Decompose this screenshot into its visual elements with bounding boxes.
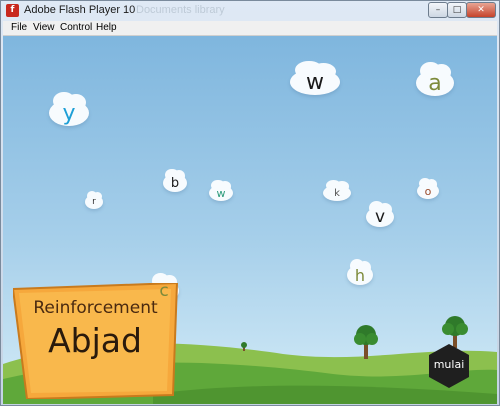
close-button[interactable]: ✕ — [466, 2, 496, 18]
flash-player-window: f Adobe Flash Player 10 Documents librar… — [0, 0, 500, 406]
letter-cloud-b[interactable]: b — [163, 168, 187, 192]
menu-bar: File View Control Help — [3, 21, 497, 36]
letter-cloud-y[interactable]: y — [49, 92, 89, 126]
game-title-line1: Reinforcement — [33, 298, 158, 318]
cloud-letter: h — [354, 265, 366, 285]
game-stage[interactable]: w a y b w k o r v h c Reinforcement Abja… — [3, 36, 497, 404]
minimize-button[interactable]: – — [428, 2, 448, 18]
menu-help[interactable]: Help — [96, 21, 117, 35]
small-tree-icon — [241, 342, 247, 351]
letter-cloud-a[interactable]: a — [416, 62, 454, 96]
cloud-letter: o — [424, 184, 432, 198]
cloud-letter: v — [374, 207, 386, 227]
background-window-title: Documents library — [136, 4, 225, 16]
letter-cloud-h[interactable]: h — [347, 259, 373, 285]
letter-cloud-w-large[interactable]: w — [290, 61, 340, 95]
letter-cloud-r[interactable]: r — [85, 190, 103, 209]
menu-file[interactable]: File — [11, 21, 27, 35]
menu-view[interactable]: View — [33, 21, 55, 35]
cloud-letter: k — [334, 187, 340, 199]
cloud-letter: b — [170, 175, 180, 191]
title-bar: f Adobe Flash Player 10 Documents librar… — [1, 1, 499, 21]
maximize-button[interactable]: □ — [447, 2, 467, 18]
cloud-letter: a — [428, 70, 442, 96]
mulai-label: mulai — [433, 358, 465, 371]
letter-cloud-v[interactable]: v — [366, 201, 394, 227]
tree-icon — [354, 325, 378, 359]
letter-cloud-k[interactable]: k — [323, 180, 351, 201]
letter-cloud-o[interactable]: o — [417, 178, 439, 199]
flash-app-icon: f — [6, 4, 19, 17]
window-title: Adobe Flash Player 10 — [24, 4, 136, 16]
menu-control[interactable]: Control — [60, 21, 92, 35]
letter-cloud-w-small[interactable]: w — [209, 180, 233, 201]
cloud-letter: y — [62, 100, 76, 126]
cloud-letter: w — [306, 69, 324, 95]
game-title-line2: Abjad — [48, 321, 142, 360]
cloud-letter: r — [92, 197, 96, 207]
cloud-letter: w — [216, 186, 226, 200]
